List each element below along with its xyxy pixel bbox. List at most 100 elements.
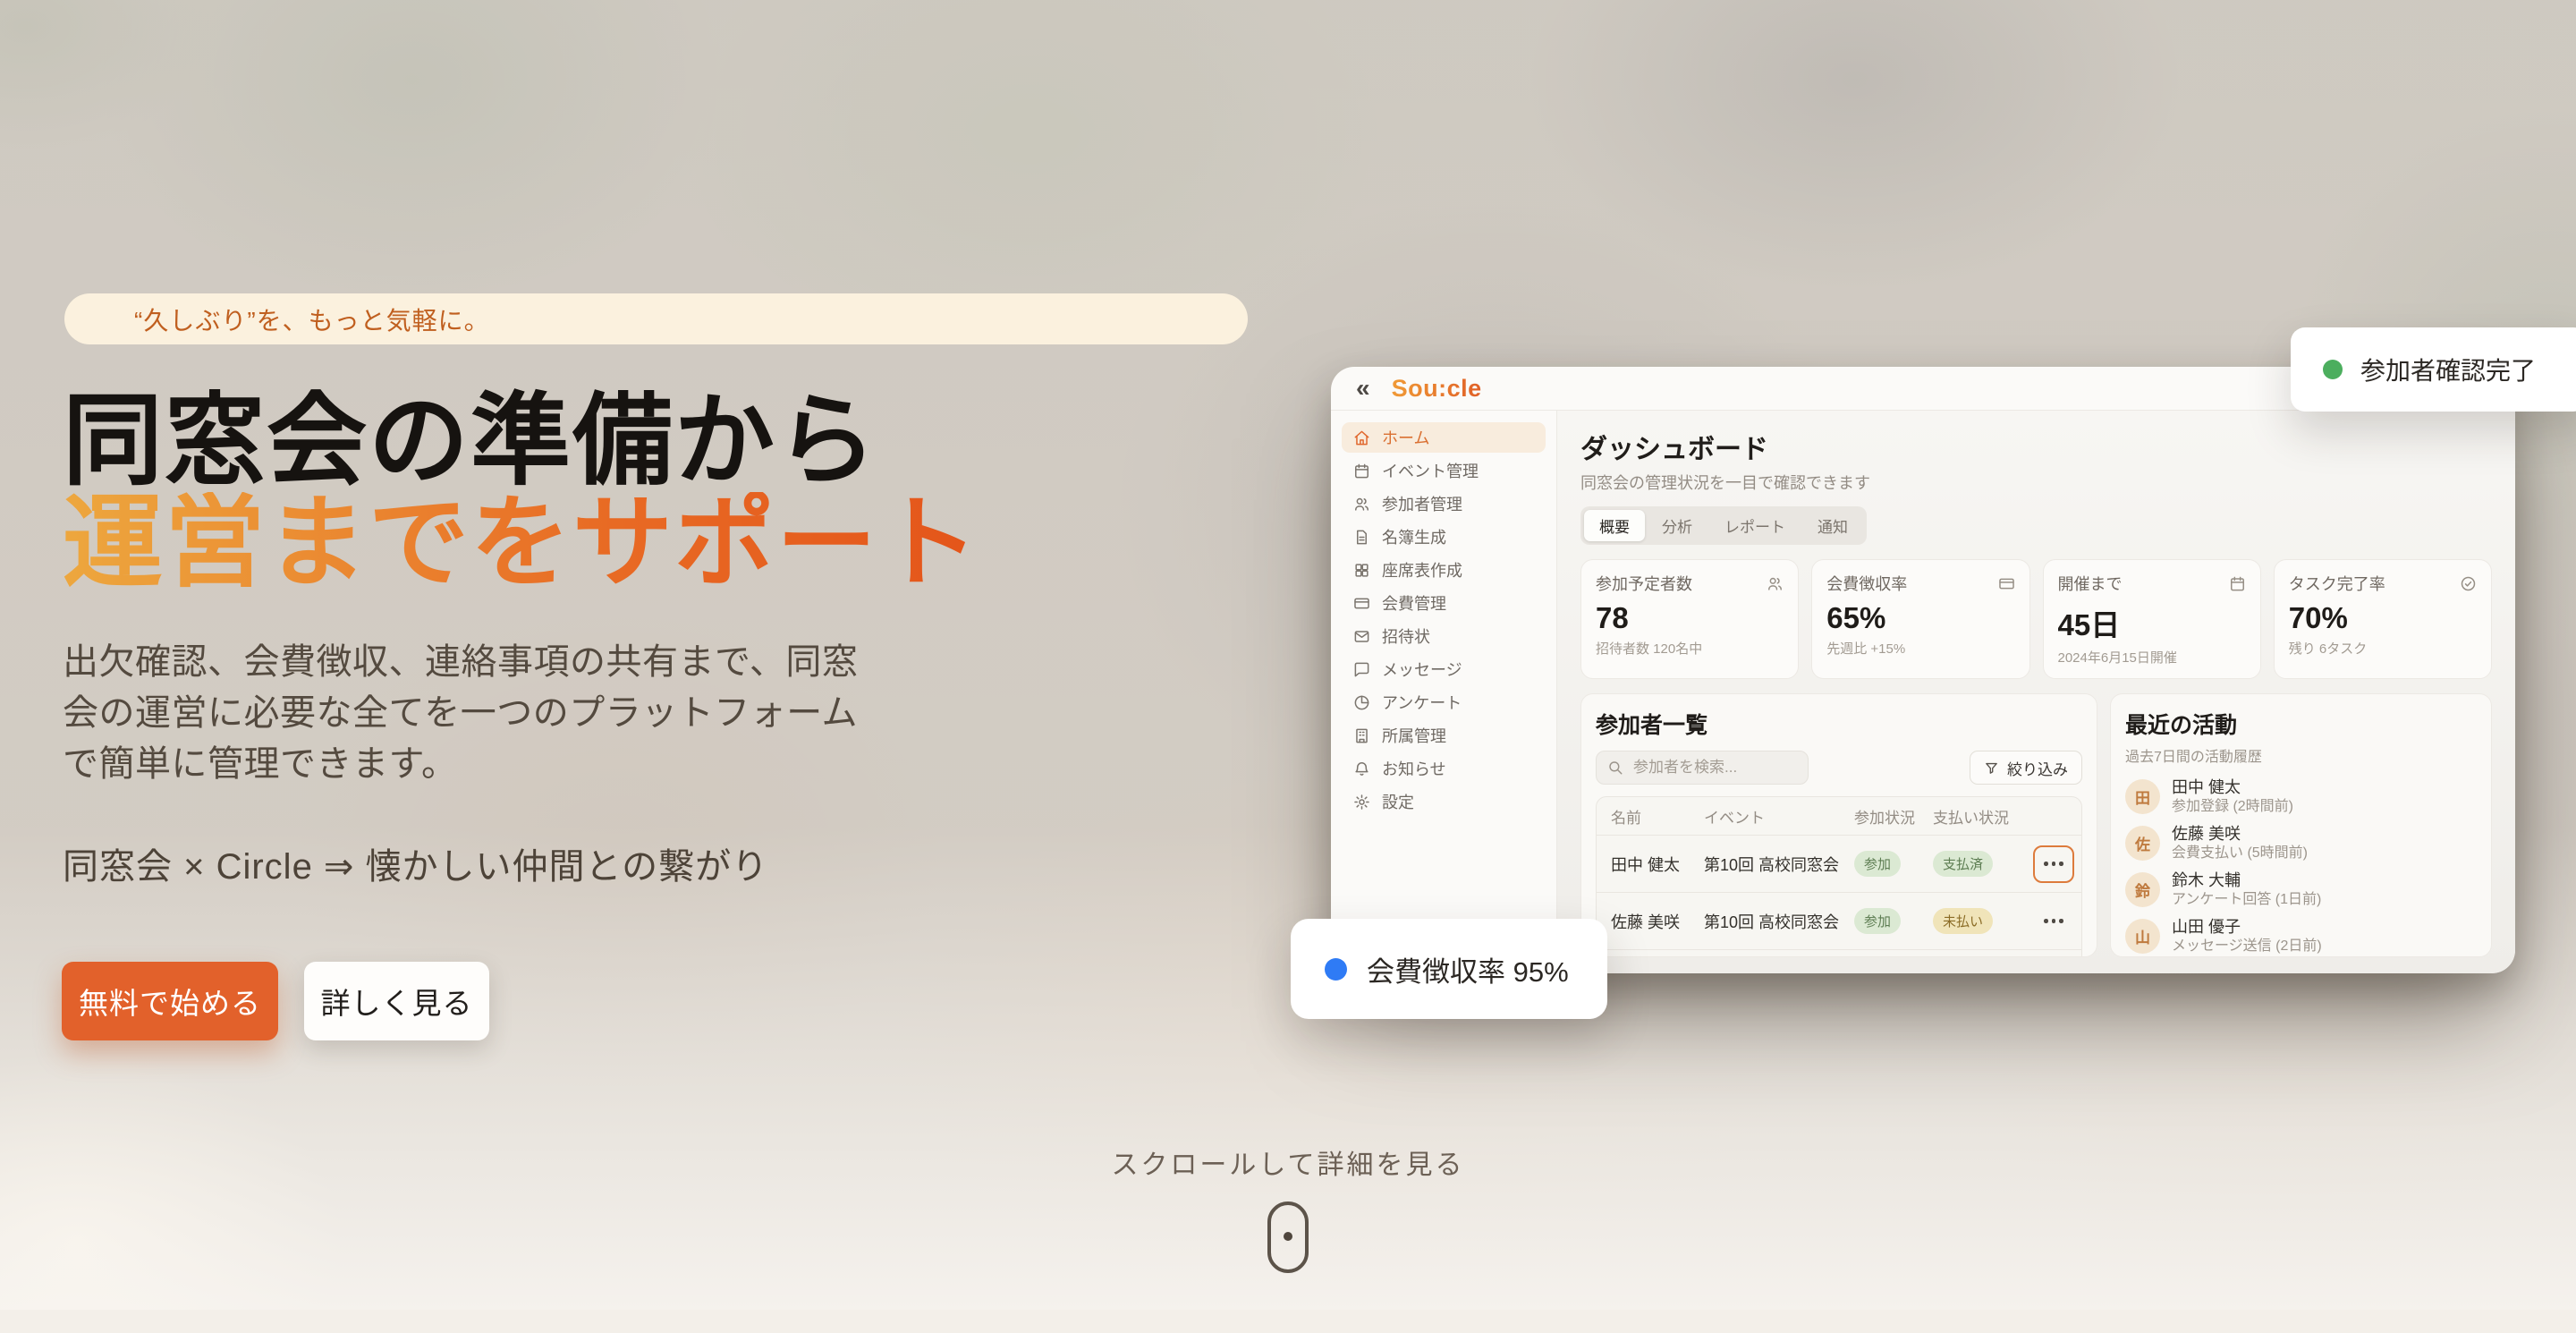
tab-分析[interactable]: 分析 (1647, 510, 1707, 541)
filter-label: 絞り込み (2007, 757, 2068, 779)
home-icon (1353, 429, 1370, 446)
next-section-edge (0, 1310, 2576, 1333)
tab-通知[interactable]: 通知 (1802, 510, 1863, 541)
sidebar-item-label: イベント管理 (1382, 459, 1479, 482)
sidebar-item-label: 名簿生成 (1382, 525, 1446, 548)
sidebar-item-label: 会費管理 (1382, 591, 1446, 615)
attendance-badge: 参加 (1854, 908, 1901, 934)
sidebar-item-会費管理[interactable]: 会費管理 (1342, 588, 1546, 618)
building-icon (1353, 727, 1370, 744)
stat-sub: 残り 6タスク (2289, 639, 2477, 658)
stats-row: 参加予定者数 78 招待者数 120名中 会費徴収率65%先週比 +15% 開催まで 45… (1580, 559, 2492, 679)
sidebar-item-参加者管理[interactable]: 参加者管理 (1342, 488, 1546, 519)
collection-rate-badge: 会費徴収率 95% (1291, 919, 1607, 1019)
activity-avatar: 田 (2125, 779, 2160, 814)
activity-item: 山山田 優子メッセージ送信 (2日前) (2125, 917, 2477, 955)
dashboard-title: ダッシュボード (1580, 427, 2492, 466)
row-menu-button[interactable] (2033, 845, 2074, 883)
stat-label: 会費徴収率 (1826, 572, 1907, 595)
activity-name: 田中 健太 (2172, 777, 2293, 797)
activity-desc: メッセージ送信 (2日前) (2172, 938, 2322, 955)
activity-desc: アンケート回答 (1日前) (2172, 891, 2321, 909)
participant-name: 佐藤 美咲 (1611, 910, 1704, 933)
stat-value: 78 (1596, 601, 1784, 635)
panels-row: 参加者一覧 絞り込み 名前イベント参加状況支払い状況田中 健太第10回 高校同窓… (1580, 693, 2492, 957)
sidebar-item-座席表作成[interactable]: 座席表作成 (1342, 555, 1546, 585)
stat-sub: 先週比 +15% (1826, 639, 2014, 658)
credit-card-icon (1353, 595, 1370, 612)
activity-item: 佐佐藤 美咲会費支払い (5時間前) (2125, 824, 2477, 862)
sidebar-item-お知らせ[interactable]: お知らせ (1342, 753, 1546, 784)
title-line-1: 同窓会の準備から (63, 385, 878, 497)
stat-value: 45日 (2058, 601, 2246, 644)
participant-event: 第10回 高校同窓会 (1704, 853, 1854, 876)
column-header: イベント (1704, 805, 1854, 828)
file-text-icon (1353, 529, 1370, 546)
sidebar-item-メッセージ[interactable]: メッセージ (1342, 654, 1546, 684)
stat-label: 開催まで (2058, 572, 2123, 595)
sidebar-collapse-icon[interactable]: « (1356, 374, 1370, 403)
sidebar-item-所属管理[interactable]: 所属管理 (1342, 720, 1546, 751)
sidebar-item-label: 設定 (1382, 790, 1414, 813)
table-row: 田中 健太第10回 高校同窓会参加支払済 (1597, 836, 2081, 893)
activity-avatar: 山 (2125, 919, 2160, 954)
stat-sub: 招待者数 120名中 (1596, 639, 1784, 658)
sidebar-item-label: ホーム (1382, 426, 1429, 449)
sidebar-item-label: 招待状 (1382, 624, 1430, 648)
sidebar-item-イベント管理[interactable]: イベント管理 (1342, 455, 1546, 486)
page-title: 同窓会の準備から 運営までをサポート (63, 390, 980, 594)
participants-panel: 参加者一覧 絞り込み 名前イベント参加状況支払い状況田中 健太第10回 高校同窓… (1580, 693, 2097, 957)
mail-icon (1353, 628, 1370, 645)
confirmation-label: 参加者確認完了 (2360, 352, 2536, 387)
tab-概要[interactable]: 概要 (1584, 510, 1645, 541)
sidebar-item-招待状[interactable]: 招待状 (1342, 621, 1546, 651)
dashboard-subtitle: 同窓会の管理状況を一目で確認できます (1580, 471, 2492, 494)
activity-panel: 最近の活動 過去7日間の活動履歴 田田中 健太参加登録 (2時間前)佐佐藤 美咲… (2110, 693, 2492, 957)
green-dot-icon (2323, 360, 2343, 379)
search-icon (1607, 760, 1623, 776)
participant-search[interactable] (1596, 751, 1809, 785)
stat-card: 会費徴収率65%先週比 +15% (1811, 559, 2029, 679)
stat-value: 70% (2289, 601, 2477, 635)
activity-item: 鈴鈴木 大輔アンケート回答 (1日前) (2125, 870, 2477, 909)
collection-rate-label: 会費徴収率 95% (1367, 949, 1569, 989)
sidebar-item-アンケート[interactable]: アンケート (1342, 687, 1546, 717)
cta-row: 無料で始める 詳しく見る (62, 962, 489, 1040)
credit-card-icon (1998, 575, 2015, 592)
blue-dot-icon (1325, 958, 1347, 981)
stat-card: 参加予定者数 78 招待者数 120名中 (1580, 559, 1799, 679)
participant-event: 第10回 高校同窓会 (1704, 910, 1854, 933)
activity-name: 鈴木 大輔 (2172, 870, 2321, 890)
row-menu-button[interactable] (2033, 903, 2074, 940)
scroll-label: スクロールして詳細を見る (1111, 1142, 1464, 1182)
users-icon (1767, 575, 1784, 592)
filter-button[interactable]: 絞り込み (1970, 751, 2082, 785)
start-free-button[interactable]: 無料で始める (62, 962, 278, 1040)
mouse-scroll-icon (1267, 1201, 1309, 1273)
scroll-cue: スクロールして詳細を見る (0, 1142, 2576, 1273)
table-row: 鈴木 大輔第10回 高校同窓会不参加- (1597, 950, 2081, 957)
hero-formula: 同窓会 × Circle ⇒ 懐かしい仲間との繋がり (63, 837, 768, 889)
activity-desc: 会費支払い (5時間前) (2172, 845, 2308, 862)
users-icon (1353, 496, 1370, 513)
sidebar-item-label: メッセージ (1382, 658, 1462, 681)
payment-badge: 未払い (1933, 908, 1993, 934)
sidebar-item-設定[interactable]: 設定 (1342, 786, 1546, 817)
stat-label: 参加予定者数 (1596, 572, 1692, 595)
activity-item: 田田中 健太参加登録 (2時間前) (2125, 777, 2477, 816)
title-line-2: 運営までをサポート (63, 492, 980, 594)
activity-avatar: 佐 (2125, 826, 2160, 861)
learn-more-button[interactable]: 詳しく見る (304, 962, 489, 1040)
search-input[interactable] (1631, 758, 1797, 777)
mouse-wheel-dot (1284, 1232, 1292, 1241)
tagline-text: “久しぶり”を、もっと気軽に。 (134, 301, 490, 337)
sidebar-item-名簿生成[interactable]: 名簿生成 (1342, 522, 1546, 552)
sidebar-item-ホーム[interactable]: ホーム (1342, 422, 1546, 453)
activity-list: 田田中 健太参加登録 (2時間前) 佐佐藤 美咲会費支払い (5時間前) 鈴鈴木 大… (2125, 777, 2477, 957)
tab-レポート[interactable]: レポート (1709, 510, 1801, 541)
participants-title: 参加者一覧 (1596, 708, 2082, 740)
activity-name: 佐藤 美咲 (2172, 824, 2308, 844)
attendance-badge: 参加 (1854, 851, 1901, 877)
sidebar-item-label: 所属管理 (1382, 724, 1446, 747)
table-row: 佐藤 美咲第10回 高校同窓会参加 未払い (1597, 893, 2081, 950)
